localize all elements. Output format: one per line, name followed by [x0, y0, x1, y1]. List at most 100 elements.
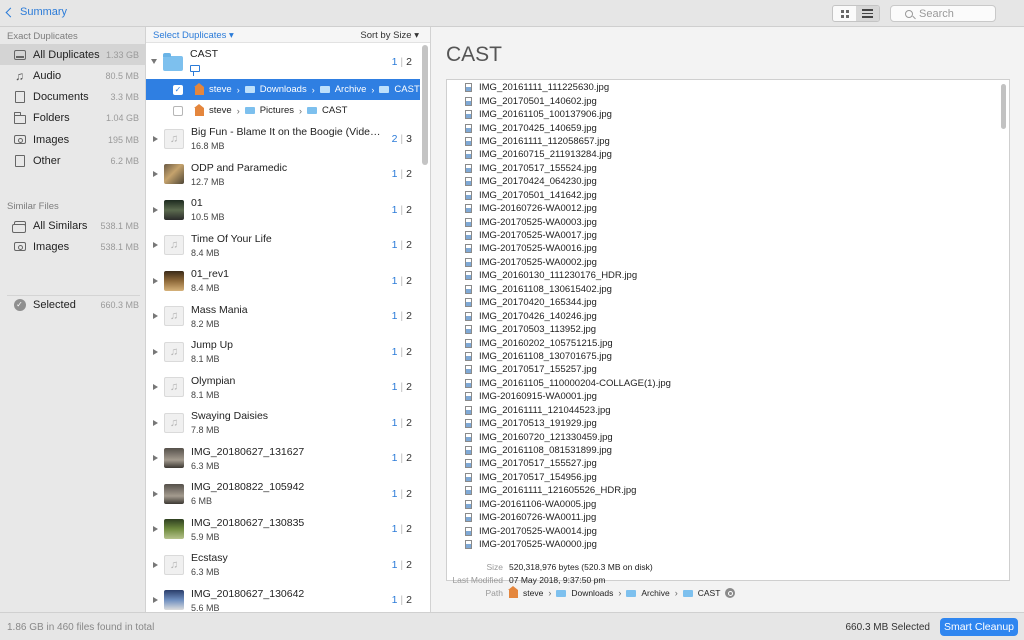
file-list-scrollbar[interactable] — [1001, 84, 1006, 129]
file-row[interactable]: IMG_20170517_155524.jpg — [447, 162, 1009, 175]
image-file-icon — [465, 365, 472, 375]
disclosure-closed-icon[interactable] — [153, 277, 158, 284]
back-to-summary-button[interactable]: Summary — [5, 6, 67, 18]
file-row[interactable]: IMG_20161111_112058657.jpg — [447, 135, 1009, 148]
disclosure-open-icon[interactable] — [151, 59, 157, 64]
disclosure-closed-icon[interactable] — [153, 526, 158, 532]
file-row[interactable]: IMG_20170426_140246.jpg — [447, 309, 1009, 322]
sidebar-item-all-duplicates[interactable]: All Duplicates 1.33 GB — [0, 44, 146, 65]
file-row[interactable]: IMG_20160202_105751215.jpg — [447, 336, 1009, 349]
disclosure-closed-icon[interactable] — [153, 490, 158, 497]
sidebar-item-documents[interactable]: Documents 3.3 MB — [0, 87, 146, 108]
grid-view-button[interactable] — [833, 6, 856, 21]
file-row[interactable]: IMG-20170525-WA0000.jpg — [447, 538, 1009, 551]
disclosure-closed-icon[interactable] — [153, 455, 158, 461]
disclosure-closed-icon[interactable] — [153, 597, 158, 603]
duplicate-group-row[interactable]: ♫ Time Of Your Life 8.4 MB 1 | 2 — [146, 228, 420, 263]
file-row[interactable]: IMG_20161105_100137906.jpg — [447, 108, 1009, 121]
duplicate-group-row[interactable]: 01_rev1 8.4 MB 1 | 2 — [146, 263, 420, 298]
smart-cleanup-button[interactable]: Smart Cleanup — [940, 618, 1018, 636]
file-row[interactable]: IMG_20160720_121330459.jpg — [447, 430, 1009, 443]
file-row[interactable]: IMG-20160726-WA0011.jpg — [447, 511, 1009, 524]
file-row[interactable]: IMG-20170525-WA0002.jpg — [447, 256, 1009, 269]
file-row[interactable]: IMG_20170517_154956.jpg — [447, 471, 1009, 484]
group-name: CAST — [190, 48, 219, 60]
search-input[interactable]: Search — [890, 5, 996, 22]
duplicate-copy-row[interactable]: ✓ steve › Downloads › Archive › CAST — [146, 79, 420, 100]
folder-icon — [244, 86, 255, 93]
group-count: 1 | 2 — [391, 381, 412, 393]
file-row[interactable]: IMG_20170501_141642.jpg — [447, 189, 1009, 202]
duplicate-copy-row[interactable]: steve › Pictures › CAST — [146, 100, 420, 121]
disclosure-closed-icon[interactable] — [153, 171, 158, 177]
duplicate-group-row[interactable]: ♫ Jump Up 8.1 MB 1 | 2 — [146, 334, 420, 369]
sidebar-item-all-similars[interactable]: All Similars 538.1 MB — [0, 215, 146, 236]
file-row[interactable]: IMG_20170424_064230.jpg — [447, 175, 1009, 188]
image-file-icon — [465, 325, 472, 335]
group-size: 6 MB — [191, 496, 213, 506]
file-row[interactable]: IMG_20160715_211913284.jpg — [447, 148, 1009, 161]
file-row[interactable]: IMG_20161105_110000204-COLLAGE(1).jpg — [447, 377, 1009, 390]
disclosure-closed-icon[interactable] — [153, 561, 158, 568]
reveal-in-finder-icon[interactable] — [725, 588, 736, 598]
file-row[interactable]: IMG_20161111_111225630.jpg — [447, 81, 1009, 94]
group-size: 5.6 MB — [191, 602, 220, 613]
file-row[interactable]: IMG_20161111_121605526_HDR.jpg — [447, 484, 1009, 497]
file-row[interactable]: IMG-20161106-WA0005.jpg — [447, 498, 1009, 511]
checkbox[interactable] — [173, 105, 183, 116]
file-name: IMG-20161106-WA0005.jpg — [479, 498, 597, 510]
file-row[interactable]: IMG_20170503_113952.jpg — [447, 323, 1009, 336]
duplicate-group-row[interactable]: ♫ Ecstasy 6.3 MB 1 | 2 — [146, 547, 420, 582]
duplicate-group-row[interactable]: ♫ Olympian 8.1 MB 1 | 2 — [146, 370, 420, 405]
image-file-icon — [465, 338, 472, 348]
duplicate-group-row[interactable]: IMG_20180627_130642 5.6 MB 1 | 2 — [146, 583, 420, 613]
file-row[interactable]: IMG_20161108_130615402.jpg — [447, 283, 1009, 296]
file-row[interactable]: IMG_20170517_155257.jpg — [447, 363, 1009, 376]
file-row[interactable]: IMG_20170513_191929.jpg — [447, 417, 1009, 430]
file-row[interactable]: IMG-20170525-WA0014.jpg — [447, 524, 1009, 537]
duplicate-group-row[interactable]: ♫ Big Fun - Blame It on the Boogie (Video… — [146, 121, 420, 156]
file-row[interactable]: IMG-20160915-WA0001.jpg — [447, 390, 1009, 403]
group-row-expanded[interactable]: CAST 1 | 2 — [146, 44, 420, 79]
sort-by-button[interactable]: Sort by Size ▾ — [360, 30, 419, 41]
file-row[interactable]: IMG-20160726-WA0012.jpg — [447, 202, 1009, 215]
group-name: IMG_20180627_131627 — [191, 445, 305, 458]
file-row[interactable]: IMG_20160130_111230176_HDR.jpg — [447, 269, 1009, 282]
file-row[interactable]: IMG_20170501_140602.jpg — [447, 94, 1009, 107]
view-toggle — [832, 5, 880, 22]
list-scrollbar[interactable] — [422, 45, 428, 165]
duplicate-group-row[interactable]: ♫ Mass Mania 8.2 MB 1 | 2 — [146, 299, 420, 334]
select-duplicates-button[interactable]: Select Duplicates ▾ — [153, 30, 234, 41]
duplicate-group-row[interactable]: IMG_20180822_105942 6 MB 1 | 2 — [146, 476, 420, 511]
duplicate-group-row[interactable]: ♫ Swaying Daisies 7.8 MB 1 | 2 — [146, 405, 420, 440]
file-row[interactable]: IMG-20170525-WA0016.jpg — [447, 242, 1009, 255]
sidebar-item-other[interactable]: Other 6.2 MB — [0, 151, 146, 172]
list-view-button[interactable] — [856, 6, 879, 21]
sidebar-item-audio[interactable]: ♫ Audio 80.5 MB — [0, 65, 146, 86]
disclosure-closed-icon[interactable] — [153, 348, 158, 355]
file-row[interactable]: IMG-20170525-WA0017.jpg — [447, 229, 1009, 242]
file-row[interactable]: IMG_20161111_121044523.jpg — [447, 404, 1009, 417]
sidebar-item-images[interactable]: Images 195 MB — [0, 129, 146, 150]
disclosure-closed-icon[interactable] — [153, 206, 158, 213]
disclosure-closed-icon[interactable] — [153, 242, 158, 248]
duplicate-group-row[interactable]: IMG_20180627_130835 5.9 MB 1 | 2 — [146, 512, 420, 547]
checkbox[interactable]: ✓ — [173, 84, 183, 95]
duplicate-group-row[interactable]: ODP and Paramedic 12.7 MB 1 | 2 — [146, 157, 420, 192]
file-row[interactable]: IMG_20170425_140659.jpg — [447, 121, 1009, 134]
disclosure-closed-icon[interactable] — [153, 135, 158, 142]
file-row[interactable]: IMG_20170420_165344.jpg — [447, 296, 1009, 309]
file-row[interactable]: IMG-20170525-WA0003.jpg — [447, 215, 1009, 228]
file-row[interactable]: IMG_20161108_130701675.jpg — [447, 350, 1009, 363]
disclosure-closed-icon[interactable] — [153, 313, 158, 319]
sidebar-item-selected[interactable]: ✓ Selected 660.3 MB — [0, 294, 146, 315]
duplicate-group-row[interactable]: IMG_20180627_131627 6.3 MB 1 | 2 — [146, 441, 420, 476]
disclosure-closed-icon[interactable] — [153, 384, 158, 390]
disclosure-closed-icon[interactable] — [153, 419, 158, 426]
sidebar-item-images[interactable]: Images 538.1 MB — [0, 236, 146, 257]
sidebar-item-folders[interactable]: Folders 1.04 GB — [0, 108, 146, 129]
file-row[interactable]: IMG_20170517_155527.jpg — [447, 457, 1009, 470]
file-row[interactable]: IMG_20161108_081531899.jpg — [447, 444, 1009, 457]
duplicate-group-row[interactable]: 01 10.5 MB 1 | 2 — [146, 192, 420, 227]
group-size: 8.2 MB — [191, 318, 220, 329]
